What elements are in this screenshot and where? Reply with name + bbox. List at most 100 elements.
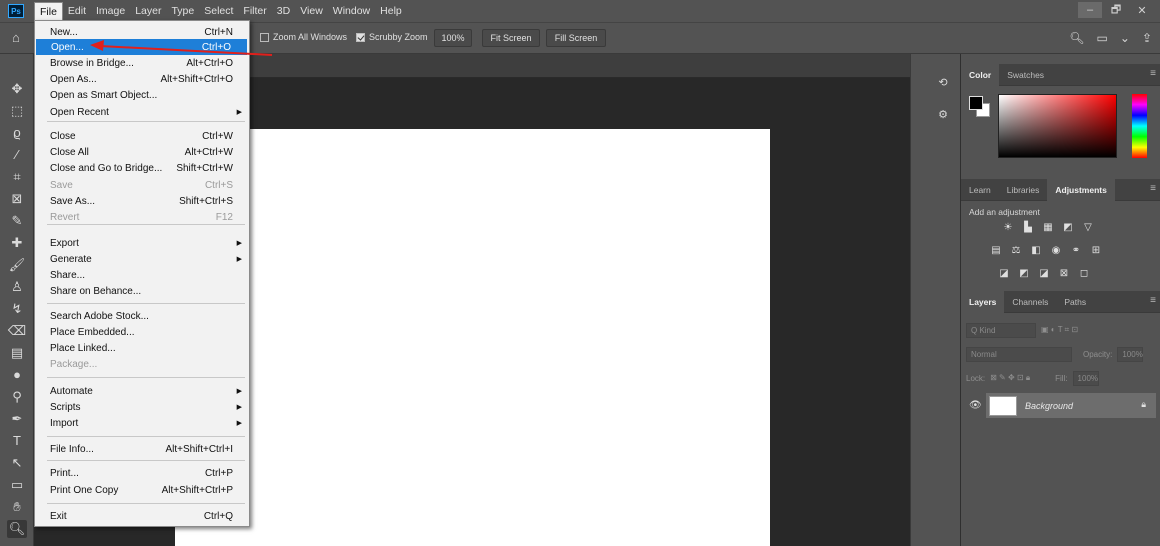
tab-learn[interactable]: Learn bbox=[961, 179, 999, 201]
menu-item-file-info[interactable]: File Info... Alt+Shift+Ctrl+I bbox=[35, 441, 249, 457]
fit-screen-button[interactable]: Fit Screen bbox=[482, 29, 540, 47]
menu-item-open-as-smart-object[interactable]: Open as Smart Object... bbox=[35, 87, 249, 103]
menu-item-exit[interactable]: Exit Ctrl+Q bbox=[35, 508, 249, 524]
menu-item-save[interactable]: Save Ctrl+S bbox=[35, 177, 249, 193]
hue-slider[interactable] bbox=[1132, 94, 1147, 158]
menu-edit[interactable]: Edit bbox=[63, 2, 91, 20]
menu-item-close-and-go-to-bridge[interactable]: Close and Go to Bridge... Shift+Ctrl+W bbox=[35, 160, 249, 176]
menu-help[interactable]: Help bbox=[375, 2, 407, 20]
menu-item-save-as[interactable]: Save As... Shift+Ctrl+S bbox=[35, 193, 249, 209]
layer-row-background[interactable]: Background 🔒︎ bbox=[986, 393, 1156, 418]
foreground-color-swatch[interactable] bbox=[969, 96, 983, 110]
blur-tool-icon[interactable]: ● bbox=[7, 366, 27, 384]
exposure-icon[interactable]: ◩ bbox=[1061, 221, 1075, 234]
menu-item-search-adobe-stock[interactable]: Search Adobe Stock... bbox=[35, 308, 249, 324]
scrubby-zoom-checkbox[interactable]: Scrubby Zoom bbox=[356, 32, 428, 42]
lasso-tool-icon[interactable]: ϱ bbox=[7, 124, 27, 142]
panel-menu-icon[interactable]: ≡ bbox=[1150, 295, 1156, 306]
menu-item-close-all[interactable]: Close All Alt+Ctrl+W bbox=[35, 144, 249, 160]
posterize-icon[interactable]: ◩ bbox=[1017, 267, 1031, 280]
menu-select[interactable]: Select bbox=[199, 2, 238, 20]
gradient-tool-icon[interactable]: ▤ bbox=[7, 344, 27, 362]
tab-layers[interactable]: Layers bbox=[961, 290, 1005, 313]
hand-tool-icon[interactable]: ✋︎ bbox=[7, 498, 27, 516]
tab-libraries[interactable]: Libraries bbox=[999, 179, 1048, 201]
tab-paths[interactable]: Paths bbox=[1056, 291, 1094, 313]
menu-item-scripts[interactable]: Scripts ▶ bbox=[35, 399, 249, 415]
menu-item-package[interactable]: Package... bbox=[35, 356, 249, 372]
menu-item-print-one-copy[interactable]: Print One Copy Alt+Shift+Ctrl+P bbox=[35, 482, 249, 498]
vibrance-icon[interactable]: ▽ bbox=[1081, 221, 1095, 234]
photo-filter-icon[interactable]: ◉ bbox=[1049, 244, 1063, 257]
menu-item-export[interactable]: Export ▶ bbox=[35, 235, 249, 251]
canvas[interactable] bbox=[175, 129, 770, 546]
zoom-tool-icon[interactable]: 🔍︎ bbox=[7, 520, 27, 538]
gradient-map-icon[interactable]: ⊠ bbox=[1057, 267, 1071, 280]
eraser-tool-icon[interactable]: ⌫ bbox=[7, 322, 27, 340]
menu-file[interactable]: File bbox=[34, 2, 63, 20]
menu-type[interactable]: Type bbox=[166, 2, 199, 20]
fill-screen-button[interactable]: Fill Screen bbox=[546, 29, 606, 47]
history-brush-tool-icon[interactable]: ↯ bbox=[7, 300, 27, 318]
lock-icon[interactable]: 🔒︎ bbox=[1141, 399, 1146, 410]
foreground-background-swatch[interactable] bbox=[969, 96, 991, 118]
menu-view[interactable]: View bbox=[295, 2, 328, 20]
levels-icon[interactable]: ▙ bbox=[1021, 221, 1035, 234]
menu-item-open[interactable]: Open... Ctrl+O bbox=[36, 39, 247, 55]
tab-swatches[interactable]: Swatches bbox=[999, 64, 1052, 86]
menu-item-import[interactable]: Import ▶ bbox=[35, 415, 249, 431]
hue-saturation-icon[interactable]: ▤ bbox=[989, 244, 1003, 257]
brush-tool-icon[interactable]: 🖌︎ bbox=[7, 256, 27, 274]
filter-icons[interactable]: ▣ ◐ T ⌗ ⊡ bbox=[1041, 325, 1078, 335]
menu-item-place-embedded[interactable]: Place Embedded... bbox=[35, 324, 249, 340]
selective-color-icon[interactable]: ◻ bbox=[1077, 267, 1091, 280]
close-icon[interactable]: ✕ bbox=[1130, 2, 1154, 18]
invert-icon[interactable]: ◪ bbox=[997, 267, 1011, 280]
lock-icons[interactable]: ⊠ ✎ ✥ ⊡ 🔒︎ bbox=[990, 373, 1030, 383]
brightness-icon[interactable]: ☀ bbox=[1001, 221, 1015, 234]
menu-item-revert[interactable]: Revert F12 bbox=[35, 209, 249, 225]
panel-menu-icon[interactable]: ≡ bbox=[1150, 183, 1156, 194]
panel-menu-icon[interactable]: ≡ bbox=[1150, 68, 1156, 79]
share-icon[interactable]: ⇪ bbox=[1142, 31, 1152, 45]
home-icon[interactable]: ⌂ bbox=[12, 31, 26, 45]
eyedropper-tool-icon[interactable]: ✎ bbox=[7, 212, 27, 230]
menu-item-close[interactable]: Close Ctrl+W bbox=[35, 128, 249, 144]
menu-item-new[interactable]: New... Ctrl+N bbox=[35, 24, 249, 40]
menu-item-share[interactable]: Share... bbox=[35, 267, 249, 283]
menu-item-automate[interactable]: Automate ▶ bbox=[35, 383, 249, 399]
menu-layer[interactable]: Layer bbox=[130, 2, 166, 20]
color-lookup-icon[interactable]: ⊞ bbox=[1089, 244, 1103, 257]
menu-3d[interactable]: 3D bbox=[272, 2, 295, 20]
black-white-icon[interactable]: ◧ bbox=[1029, 244, 1043, 257]
kind-filter-select[interactable]: Q Kind bbox=[966, 322, 1036, 338]
rectangle-tool-icon[interactable]: ▭ bbox=[7, 476, 27, 494]
clone-stamp-tool-icon[interactable]: ♙ bbox=[7, 278, 27, 296]
tab-channels[interactable]: Channels bbox=[1004, 291, 1056, 313]
restore-icon[interactable]: 🗗 bbox=[1104, 2, 1128, 18]
menu-item-browse-in-bridge[interactable]: Browse in Bridge... Alt+Ctrl+O bbox=[35, 55, 249, 71]
threshold-icon[interactable]: ◪ bbox=[1037, 267, 1051, 280]
search-icon[interactable]: 🔍︎ bbox=[1069, 31, 1084, 45]
properties-icon[interactable]: ⚙ bbox=[934, 108, 952, 124]
quick-select-tool-icon[interactable]: ⁄ bbox=[7, 146, 27, 164]
workspace-icon[interactable]: ▭ bbox=[1097, 31, 1108, 45]
dodge-tool-icon[interactable]: ⚲ bbox=[7, 388, 27, 406]
zoom-100-button[interactable]: 100% bbox=[434, 29, 472, 47]
history-icon[interactable]: ⟲ bbox=[934, 76, 952, 92]
opacity-input[interactable]: 100% bbox=[1117, 346, 1144, 362]
menu-item-open-recent[interactable]: Open Recent ▶ bbox=[35, 104, 249, 120]
menu-window[interactable]: Window bbox=[328, 2, 375, 20]
blend-mode-select[interactable]: Normal bbox=[966, 346, 1072, 362]
channel-mixer-icon[interactable]: ⚭ bbox=[1069, 244, 1083, 257]
menu-item-print[interactable]: Print... Ctrl+P bbox=[35, 465, 249, 481]
zoom-all-windows-checkbox[interactable]: Zoom All Windows bbox=[260, 32, 347, 42]
fill-input[interactable]: 100% bbox=[1072, 370, 1099, 386]
type-tool-icon[interactable]: T bbox=[7, 432, 27, 450]
menu-item-generate[interactable]: Generate ▶ bbox=[35, 251, 249, 267]
frame-tool-icon[interactable]: ⊠ bbox=[7, 190, 27, 208]
curves-icon[interactable]: ▦ bbox=[1041, 221, 1055, 234]
menu-image[interactable]: Image bbox=[91, 2, 130, 20]
menu-item-share-on-behance[interactable]: Share on Behance... bbox=[35, 283, 249, 299]
menu-filter[interactable]: Filter bbox=[238, 2, 271, 20]
